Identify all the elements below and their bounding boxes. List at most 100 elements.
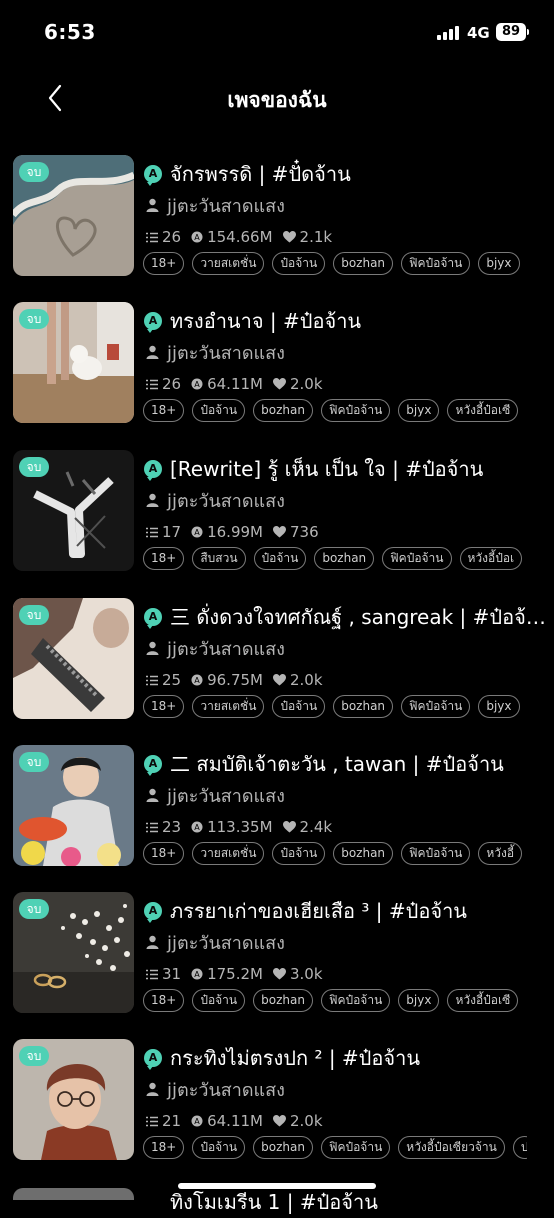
- tag-chip[interactable]: หวังอี้ป๋อเซี: [447, 989, 519, 1012]
- completed-badge: จบ: [19, 1046, 49, 1066]
- writer-icon: A: [144, 1049, 162, 1070]
- story-cover[interactable]: จบ: [13, 892, 134, 1013]
- tag-chip[interactable]: 18+: [143, 547, 185, 570]
- list-icon: [146, 969, 158, 979]
- story-title[interactable]: 二 สมบัติเจ้าตะวัน , tawan | #ป๋อจ้าน: [170, 748, 550, 780]
- tag-chip[interactable]: bjyx: [478, 695, 520, 718]
- read-count: 154.66M: [207, 228, 273, 246]
- read-count: 64.11M: [207, 1112, 263, 1130]
- heart-icon: [272, 378, 286, 390]
- tag-chip[interactable]: ฟิคป๋อจ้าน: [320, 1136, 391, 1159]
- story-row[interactable]: จบ A ทรงอำนาจ | #ป๋อจ้าน jjตะวันสาดแสง 2…: [0, 302, 554, 424]
- tag-chip[interactable]: หวังอี้ป๋อเซี: [447, 399, 519, 422]
- tag-chip[interactable]: ฟิคป๋อจ้าน: [320, 989, 391, 1012]
- story-title[interactable]: ทรงอำนาจ | #ป๋อจ้าน: [170, 305, 550, 337]
- story-row[interactable]: จบ A [Rewrite] รู้ เห็น เป็น ใจ | #ป๋อจ้…: [0, 450, 554, 572]
- completed-badge: จบ: [19, 162, 49, 182]
- tag-chip[interactable]: bozhan: [314, 547, 375, 570]
- list-icon: [146, 379, 158, 389]
- author-name: jjตะวันสาดแสง: [167, 932, 285, 954]
- tag-chip[interactable]: bozhan: [333, 252, 394, 275]
- tag-chip[interactable]: ป๋อจ้าน: [272, 252, 326, 275]
- author-line[interactable]: jjตะวันสาดแสง: [146, 636, 285, 660]
- like-count: 2.0k: [289, 671, 323, 689]
- tag-chip[interactable]: ฟิคป๋อจ้าน: [401, 252, 471, 275]
- tag-chip[interactable]: bjyx: [478, 252, 520, 275]
- tag-chip[interactable]: ป: [512, 1136, 527, 1159]
- author-line[interactable]: jjตะวันสาดแสง: [146, 193, 285, 217]
- tag-chip[interactable]: วายสเตชั่น: [192, 695, 265, 718]
- tag-chip[interactable]: 18+: [143, 399, 185, 422]
- tag-chip[interactable]: หวังอี้: [478, 842, 523, 865]
- story-title-partial[interactable]: ทิงโมเมรีน 1 | #ป๋อจ้าน: [170, 1186, 378, 1218]
- tag-chip[interactable]: หวังอี้ป๋อเ: [459, 547, 523, 570]
- tag-chip[interactable]: วายสเตชั่น: [192, 842, 265, 865]
- story-row[interactable]: จบ A ภรรยาเก่าของเฮียเสือ ³ | #ป๋อจ้าน j…: [0, 892, 554, 1014]
- story-cover[interactable]: จบ: [13, 450, 134, 571]
- story-title[interactable]: 三 ดั่งดวงใจทศกัณฐ์ , sangreak | #ป๋อจ้าน: [170, 601, 550, 633]
- author-line[interactable]: jjตะวันสาดแสง: [146, 488, 285, 512]
- story-cover[interactable]: จบ: [13, 155, 134, 276]
- tag-chip[interactable]: bozhan: [253, 399, 313, 422]
- tag-chip[interactable]: bozhan: [253, 989, 313, 1012]
- tag-chip[interactable]: ฟิคป๋อจ้าน: [401, 842, 471, 865]
- heart-icon: [282, 231, 296, 243]
- list-icon: [146, 527, 158, 537]
- tag-chip[interactable]: สืบสวน: [192, 547, 246, 570]
- tag-chip[interactable]: ป๋อจ้าน: [192, 399, 246, 422]
- tag-chip[interactable]: ป๋อจ้าน: [192, 1136, 246, 1159]
- tag-chip[interactable]: 18+: [143, 842, 185, 865]
- story-row[interactable]: จบ A 二 สมบัติเจ้าตะวัน , tawan | #ป๋อจ้า…: [0, 745, 554, 867]
- story-row[interactable]: จบ A กระทิงไม่ตรงปก ² | #ป๋อจ้าน jjตะวัน…: [0, 1039, 554, 1161]
- tag-chip[interactable]: ป๋อจ้าน: [272, 695, 326, 718]
- tag-chip[interactable]: 18+: [143, 989, 185, 1012]
- reads-icon: A: [191, 674, 203, 686]
- chapter-count: 21: [162, 1112, 182, 1130]
- tag-chip[interactable]: ป๋อจ้าน: [272, 842, 326, 865]
- story-row[interactable]: จบ A จักรพรรดิ | #ปั๋ดจ้าน jjตะวันสาดแสง…: [0, 155, 554, 277]
- story-cover-partial[interactable]: [13, 1188, 134, 1200]
- tag-chip[interactable]: วายสเตชั่น: [192, 252, 265, 275]
- story-title[interactable]: ภรรยาเก่าของเฮียเสือ ³ | #ป๋อจ้าน: [170, 895, 550, 927]
- tag-chip[interactable]: bozhan: [333, 695, 394, 718]
- tag-chip[interactable]: bjyx: [398, 399, 440, 422]
- writer-icon: A: [144, 460, 162, 481]
- author-name: jjตะวันสาดแสง: [167, 1079, 285, 1101]
- story-title[interactable]: จักรพรรดิ | #ปั๋ดจ้าน: [170, 158, 550, 190]
- list-icon: [146, 232, 158, 242]
- tag-chip[interactable]: 18+: [143, 1136, 185, 1159]
- read-count: 64.11M: [207, 375, 263, 393]
- tag-chip[interactable]: ฟิคป๋อจ้าน: [382, 547, 452, 570]
- writer-icon: A: [144, 312, 162, 333]
- story-title[interactable]: กระทิงไม่ตรงปก ² | #ป๋อจ้าน: [170, 1042, 550, 1074]
- user-icon: [146, 198, 159, 212]
- story-title[interactable]: [Rewrite] รู้ เห็น เป็น ใจ | #ป๋อจ้าน: [170, 453, 550, 485]
- tag-chip[interactable]: bjyx: [398, 989, 440, 1012]
- story-cover[interactable]: จบ: [13, 1039, 134, 1160]
- tag-chip[interactable]: ป๋อจ้าน: [253, 547, 307, 570]
- author-line[interactable]: jjตะวันสาดแสง: [146, 1077, 285, 1101]
- chapter-count: 25: [162, 671, 182, 689]
- tag-chip[interactable]: ฟิคป๋อจ้าน: [401, 695, 471, 718]
- list-icon: [146, 675, 158, 685]
- story-row[interactable]: จบ A 三 ดั่งดวงใจทศกัณฐ์ , sangreak | #ป๋…: [0, 598, 554, 720]
- svg-text:A: A: [194, 676, 200, 685]
- story-cover[interactable]: จบ: [13, 745, 134, 866]
- tag-chip[interactable]: 18+: [143, 695, 185, 718]
- author-name: jjตะวันสาดแสง: [167, 342, 285, 364]
- tag-chip[interactable]: ฟิคป๋อจ้าน: [320, 399, 391, 422]
- read-count: 96.75M: [207, 671, 263, 689]
- tag-chip[interactable]: bozhan: [253, 1136, 313, 1159]
- tag-chip[interactable]: หวังอี้ป๋อเซียวจ้าน: [398, 1136, 505, 1159]
- tag-chip[interactable]: ป๋อจ้าน: [192, 989, 246, 1012]
- story-cover[interactable]: จบ: [13, 598, 134, 719]
- home-indicator[interactable]: [178, 1183, 376, 1189]
- tag-chip[interactable]: 18+: [143, 252, 185, 275]
- author-line[interactable]: jjตะวันสาดแสง: [146, 783, 285, 807]
- like-count: 2.0k: [289, 375, 323, 393]
- author-line[interactable]: jjตะวันสาดแสง: [146, 930, 285, 954]
- story-cover[interactable]: จบ: [13, 302, 134, 423]
- tag-chip[interactable]: bozhan: [333, 842, 394, 865]
- author-line[interactable]: jjตะวันสาดแสง: [146, 340, 285, 364]
- story-stats: 23 A 113.35M 2.4k: [146, 817, 342, 837]
